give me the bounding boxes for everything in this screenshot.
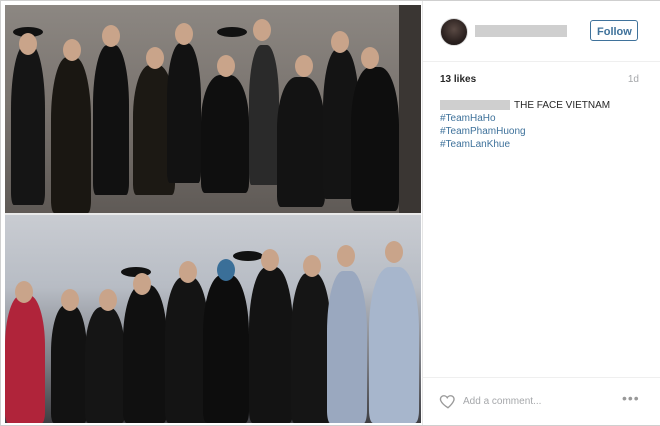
model-head	[217, 259, 235, 281]
post-header: Follow	[423, 1, 660, 62]
model-head	[179, 261, 197, 283]
hashtag-link[interactable]: #TeamPhamHuong	[440, 125, 645, 138]
model-figure	[351, 67, 399, 211]
model-head	[337, 245, 355, 267]
model-head	[102, 25, 120, 47]
model-figure	[249, 267, 293, 423]
model-head	[295, 55, 313, 77]
model-figure	[93, 45, 129, 195]
model-head	[385, 241, 403, 263]
post-caption: THE FACE VIETNAM #TeamHaHo #TeamPhamHuon…	[440, 99, 645, 151]
model-figure	[167, 43, 201, 183]
username-redacted[interactable]	[475, 25, 567, 37]
model-figure	[249, 45, 279, 185]
model-figure	[5, 295, 45, 423]
photo-bottom-panel	[5, 215, 421, 423]
model-figure	[51, 305, 87, 423]
likes-count[interactable]: 13 likes	[440, 74, 476, 85]
model-head	[61, 289, 79, 311]
caption-line: THE FACE VIETNAM	[440, 99, 645, 112]
model-head	[146, 47, 164, 69]
model-figure	[291, 273, 331, 423]
more-options-icon[interactable]: •••	[622, 390, 640, 406]
caption-text: THE FACE VIETNAM	[514, 100, 611, 111]
model-head	[361, 47, 379, 69]
model-head	[261, 249, 279, 271]
comment-input[interactable]	[463, 393, 613, 409]
model-head	[253, 19, 271, 41]
photo-top-panel	[5, 5, 421, 213]
model-head	[303, 255, 321, 277]
stage-rig	[399, 5, 421, 213]
model-hat	[217, 27, 247, 37]
heart-icon[interactable]	[439, 392, 457, 410]
model-figure	[277, 77, 325, 207]
instagram-post-frame: Follow 13 likes 1d THE FACE VIETNAM #Tea…	[0, 0, 660, 426]
post-age[interactable]: 1d	[628, 74, 639, 85]
model-head	[99, 289, 117, 311]
model-head	[331, 31, 349, 53]
model-figure	[123, 285, 167, 423]
model-head	[217, 55, 235, 77]
model-head	[19, 33, 37, 55]
model-figure	[85, 307, 125, 423]
follow-button[interactable]: Follow	[590, 20, 638, 41]
model-hat	[233, 251, 263, 261]
hashtag-link[interactable]: #TeamLanKhue	[440, 138, 645, 151]
model-head	[63, 39, 81, 61]
model-head	[133, 273, 151, 295]
hashtag-link[interactable]: #TeamHaHo	[440, 112, 645, 125]
model-figure	[51, 57, 91, 213]
post-photo[interactable]	[5, 5, 421, 423]
model-figure	[11, 45, 45, 205]
model-figure	[369, 267, 419, 423]
post-sidebar: Follow 13 likes 1d THE FACE VIETNAM #Tea…	[422, 1, 660, 425]
post-footer: •••	[423, 377, 660, 426]
model-figure	[203, 275, 249, 423]
model-head	[175, 23, 193, 45]
model-head	[15, 281, 33, 303]
caption-username-redacted[interactable]	[440, 100, 510, 111]
avatar[interactable]	[440, 18, 468, 46]
model-figure	[327, 271, 367, 423]
model-figure	[201, 75, 249, 193]
